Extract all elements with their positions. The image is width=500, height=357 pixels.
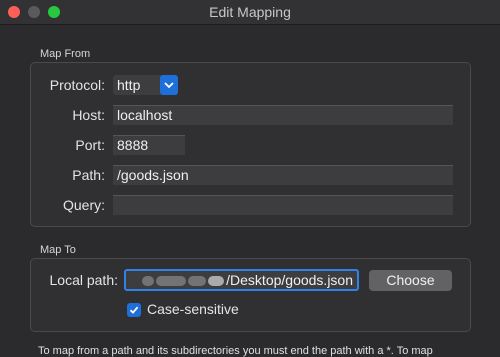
local-path-field[interactable]: /Desktop/goods.json — [124, 269, 359, 291]
choose-button[interactable]: Choose — [369, 270, 452, 291]
path-label: Path: — [72, 167, 105, 183]
checkmark-icon — [129, 306, 139, 314]
path-field[interactable]: /goods.json — [113, 165, 453, 185]
redacted-text — [208, 276, 225, 287]
local-path-visible-text: /Desktop/goods.json — [226, 272, 353, 288]
map-from-section-title: Map From — [40, 48, 91, 60]
host-field[interactable]: localhost — [113, 105, 453, 125]
port-field[interactable]: 8888 — [113, 135, 185, 155]
protocol-value: http — [117, 77, 141, 93]
redacted-text — [156, 276, 187, 287]
port-label: Port: — [75, 137, 105, 153]
title-bar: Edit Mapping — [0, 0, 500, 25]
redacted-text — [188, 276, 207, 287]
protocol-select[interactable]: http — [113, 75, 178, 95]
redacted-text — [142, 276, 155, 287]
host-label: Host: — [72, 107, 105, 123]
protocol-label: Protocol: — [49, 77, 105, 93]
window-title: Edit Mapping — [209, 4, 291, 20]
case-sensitive-label[interactable]: Case-sensitive — [147, 301, 239, 317]
chevron-down-icon — [160, 75, 178, 95]
local-path-label: Local path: — [49, 272, 119, 288]
case-sensitive-checkbox[interactable] — [127, 303, 141, 317]
help-text: To map from a path and its subdirectorie… — [38, 345, 433, 357]
query-label: Query: — [62, 197, 105, 213]
map-to-section-title: Map To — [40, 244, 76, 256]
query-field[interactable] — [113, 195, 453, 215]
